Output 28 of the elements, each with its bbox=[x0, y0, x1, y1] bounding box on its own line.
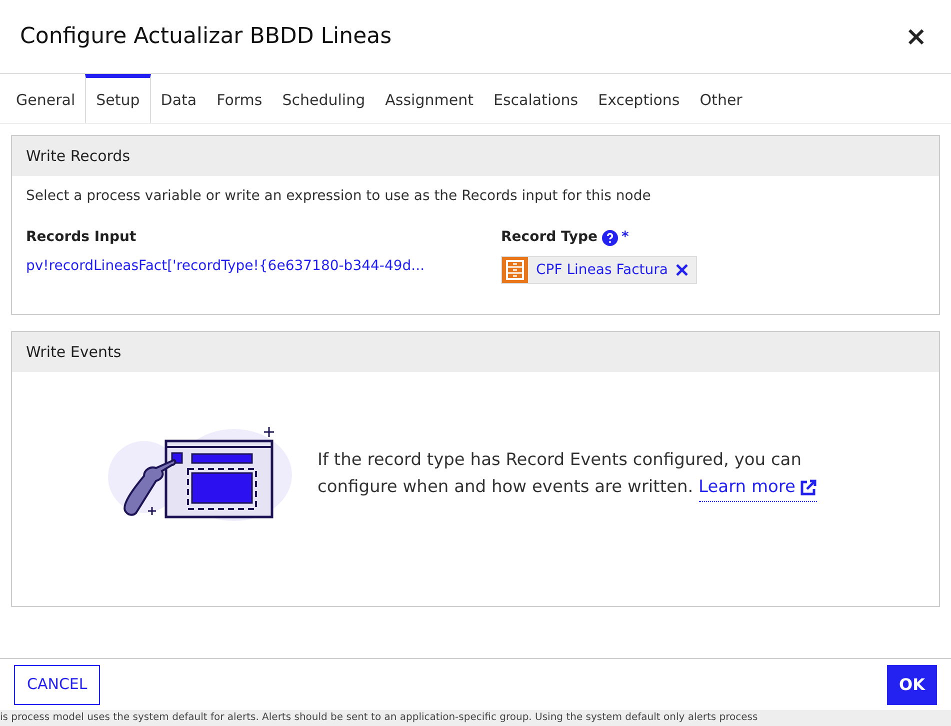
tab[interactable]: Assignment bbox=[375, 74, 484, 123]
close-button[interactable]: × bbox=[901, 24, 931, 50]
panel-header: Write Events bbox=[12, 332, 939, 372]
records-input-link[interactable]: pv!recordLineasFact['recordType!{6e637180-b344-49d... bbox=[26, 256, 501, 277]
tab[interactable]: Exceptions bbox=[588, 74, 690, 123]
tab[interactable]: Scheduling bbox=[272, 74, 376, 123]
description-text: Select a process variable or write an expression to use as the Records input for this node bbox=[26, 187, 652, 206]
tab[interactable]: Data bbox=[150, 74, 207, 123]
cancel-button[interactable]: CANCEL bbox=[14, 664, 100, 704]
tab[interactable]: Escalations bbox=[483, 74, 588, 123]
required-mark: * bbox=[622, 228, 629, 247]
learn-more-link[interactable]: Learn more bbox=[698, 474, 818, 502]
tab[interactable]: General bbox=[6, 74, 86, 123]
write-events-message: If the record type has Record Events configured, you can configure when and how events are written. Learn more bbox=[318, 447, 848, 502]
panel-header: Write Records bbox=[12, 136, 939, 176]
field-label: Records Input bbox=[26, 228, 138, 247]
background-text: is process model uses the system default for alerts. Alerts should be sent to an application-specific group. Using the system default only alerts process bbox=[0, 711, 759, 725]
field-label: Record Type bbox=[501, 228, 598, 247]
dialog-title: Configure Actualizar BBDD Lineas bbox=[20, 23, 392, 51]
external-link-icon bbox=[799, 478, 818, 496]
remove-icon[interactable] bbox=[676, 264, 688, 276]
help-icon[interactable] bbox=[602, 230, 618, 246]
tab[interactable]: Forms bbox=[206, 74, 272, 123]
tab[interactable]: Other bbox=[690, 74, 752, 123]
cabinet-icon bbox=[502, 257, 528, 283]
ok-button[interactable]: OK bbox=[887, 664, 937, 704]
tab[interactable]: Setup bbox=[85, 74, 151, 123]
tag-label: CPF Lineas Factura bbox=[536, 260, 668, 280]
